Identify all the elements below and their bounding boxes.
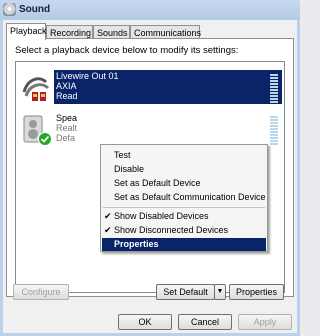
window-title: Sound [19,4,51,15]
menu-item-set-default-communication[interactable]: Set as Default Communication Device [102,191,266,204]
menu-item-properties[interactable]: Properties [102,238,266,251]
cancel-button[interactable]: Cancel [178,314,232,330]
device-description: Realt [56,123,78,133]
menu-item-show-disconnected[interactable]: ✔ Show Disconnected Devices [102,224,266,237]
default-check-icon [38,132,52,146]
instruction-text: Select a playback device below to modify… [15,45,239,56]
device-item-livewire[interactable]: Livewire Out 01 AXIA Read [18,70,282,106]
context-menu: Test Disable Set as Default Device Set a… [100,144,268,252]
chevron-down-icon: ▼ [216,288,224,295]
device-list[interactable]: Livewire Out 01 AXIA Read Spea Realt Def… [15,61,285,293]
tab-recording[interactable]: Recording [46,25,93,39]
properties-button[interactable]: Properties [229,284,284,300]
playback-panel: Select a playback device below to modify… [6,38,294,297]
ok-button[interactable]: OK [118,314,172,330]
level-meter [270,116,278,146]
set-default-dropdown-button[interactable]: ▼ [214,284,226,300]
configure-button[interactable]: Configure [13,284,69,300]
device-description: AXIA [56,81,77,91]
device-item-speakers[interactable]: Spea Realt Defa [18,112,282,148]
menu-item-show-disabled[interactable]: ✔ Show Disabled Devices [102,210,266,223]
title-bar[interactable]: Sound [0,0,300,20]
set-default-button[interactable]: Set Default [156,284,215,300]
menu-item-set-default[interactable]: Set as Default Device [102,177,266,190]
sound-dialog: Sound Playback Recording Sounds Communic… [0,0,300,336]
level-meter [270,74,278,104]
menu-item-test[interactable]: Test [102,149,266,162]
apply-button[interactable]: Apply [238,314,292,330]
tab-communications[interactable]: Communications [130,25,201,39]
checkmark-icon: ✔ [104,225,112,235]
speaker-cable-icon [20,72,52,104]
device-status: Defa [56,133,76,143]
dialog-client: Playback Recording Sounds Communications… [3,20,297,333]
speaker-icon [3,3,16,16]
tab-sounds[interactable]: Sounds [93,25,130,39]
device-name: Spea [56,113,78,123]
menu-item-disable[interactable]: Disable [102,163,266,176]
menu-separator [103,207,265,208]
tab-playback[interactable]: Playback [6,23,47,40]
checkmark-icon: ✔ [104,211,112,221]
device-status: Read [56,91,78,101]
device-name: Livewire Out 01 [56,71,119,81]
